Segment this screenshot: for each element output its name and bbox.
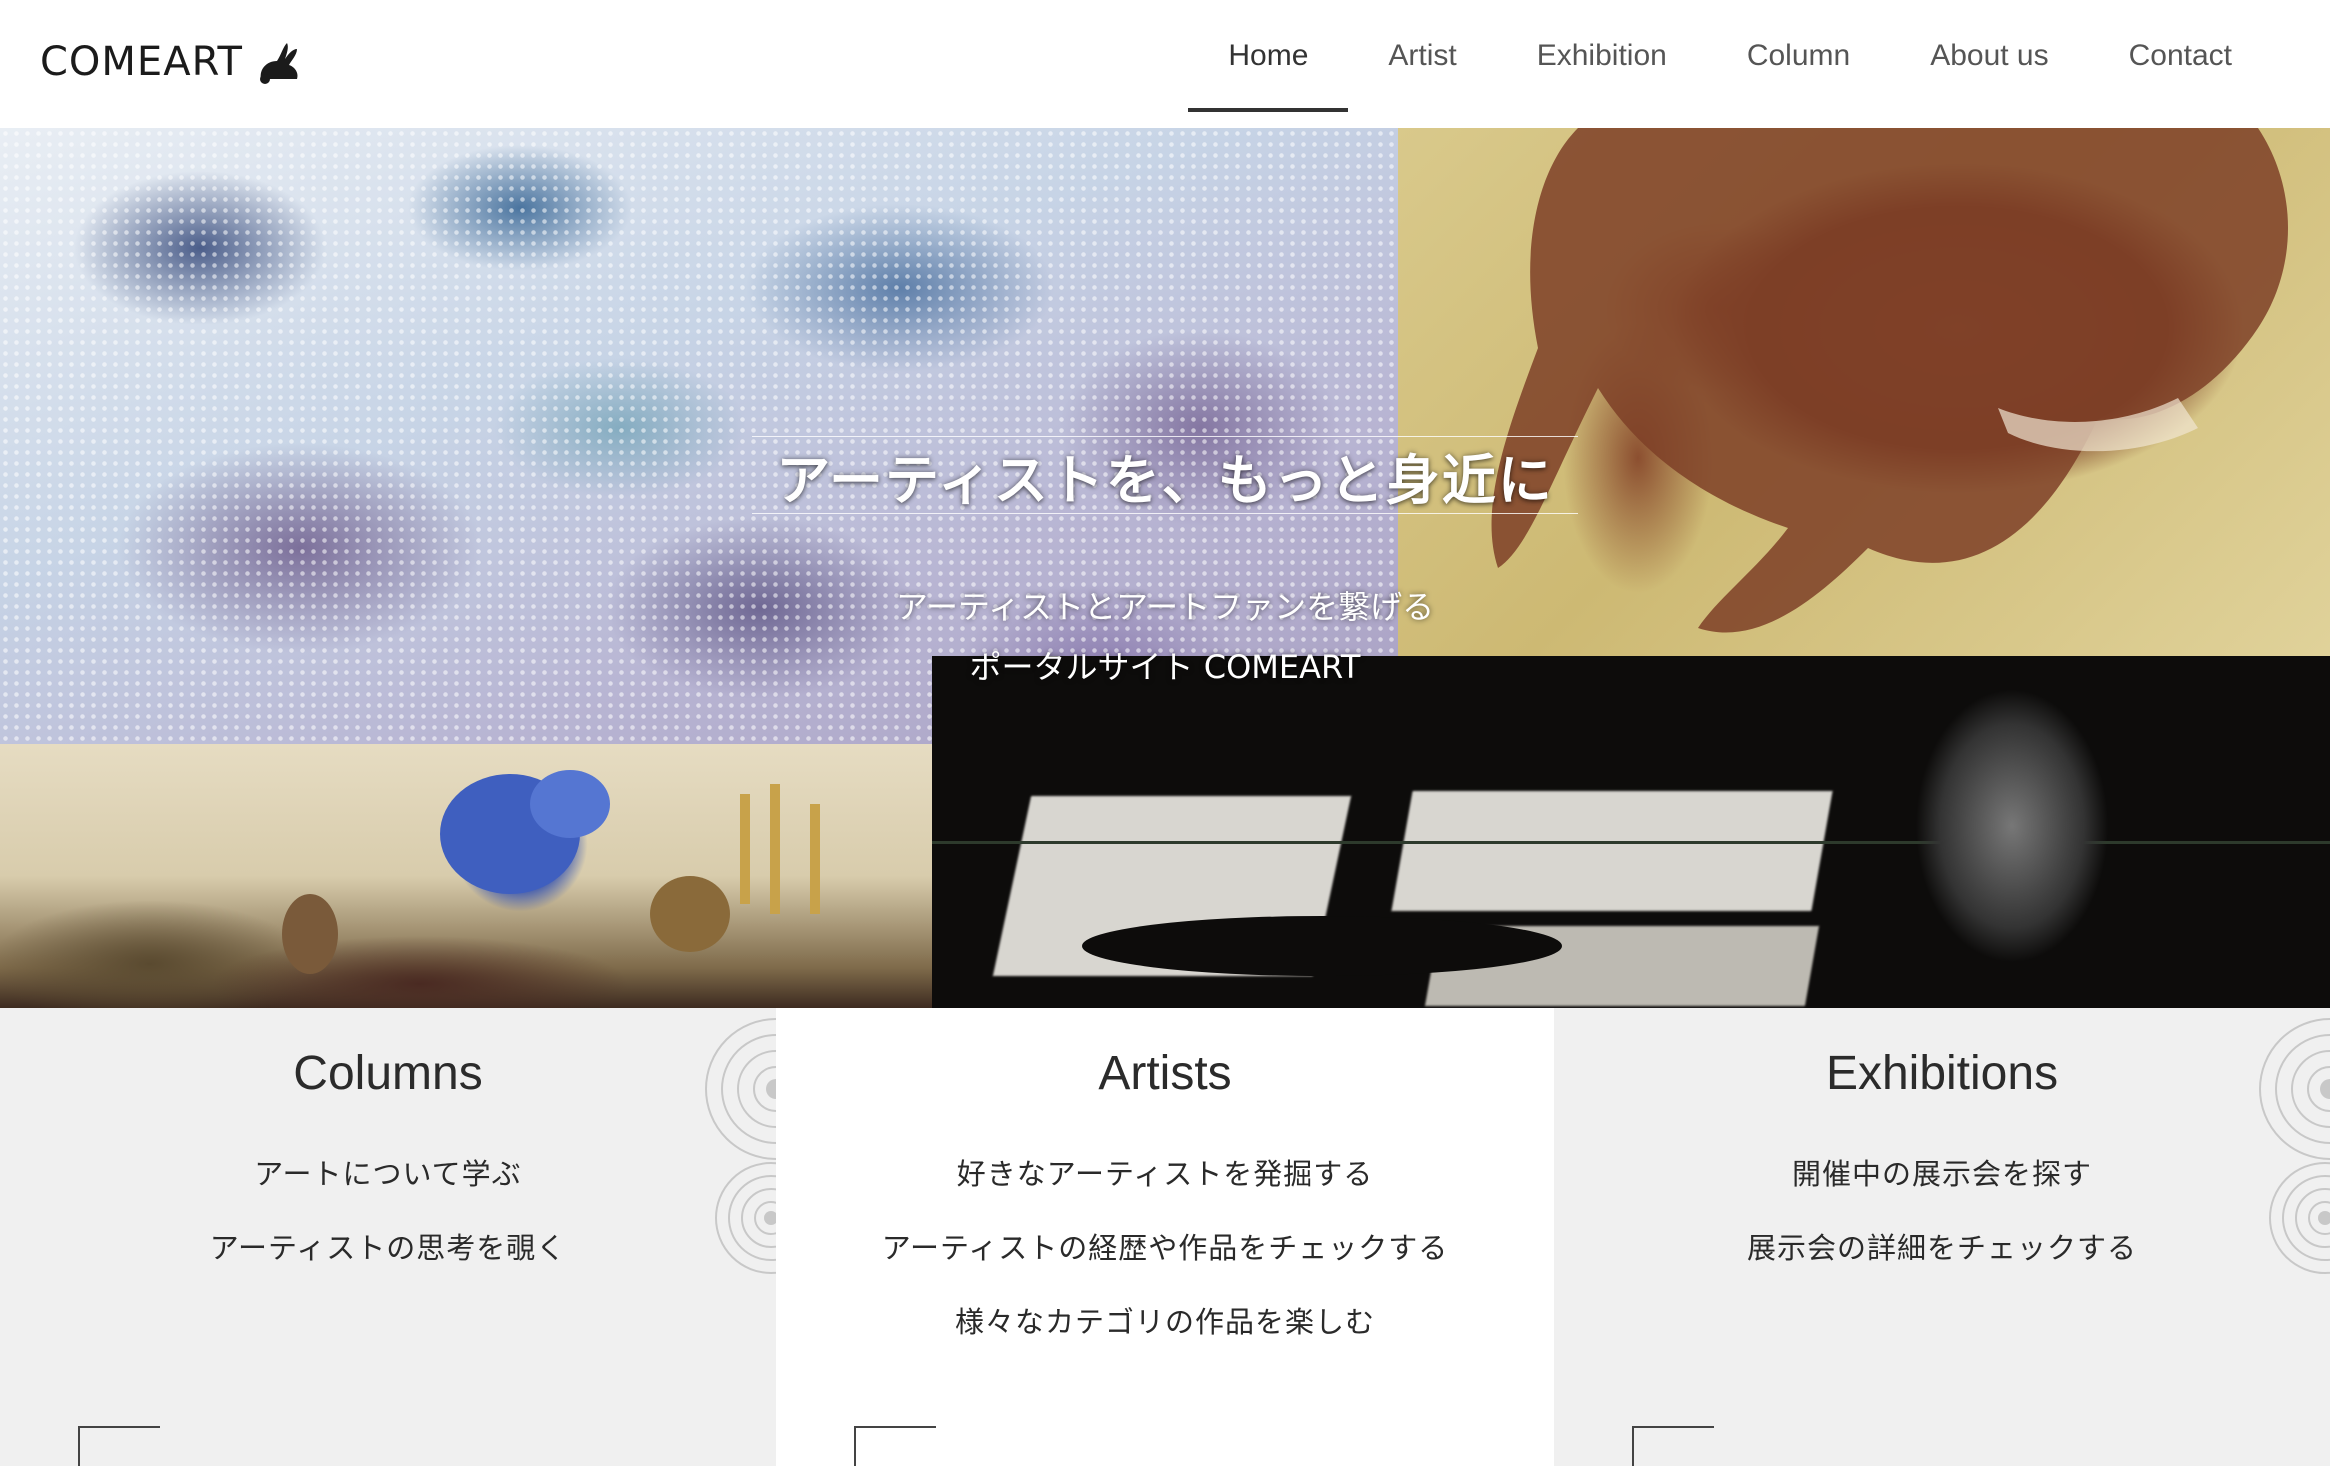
corner-bracket <box>78 1426 160 1466</box>
feature-sections: Columns アートについて学ぶ アーティストの思考を覗く Artists 好… <box>0 1008 2330 1466</box>
nav-home-label: Home <box>1228 39 1309 72</box>
main-nav: Home Artist Exhibition Column About us C… <box>1188 0 2272 112</box>
feature-artists[interactable]: Artists 好きなアーティストを発掘する アーティストの経歴や作品をチェック… <box>776 1008 1554 1466</box>
nav-artist-label: Artist <box>1388 39 1457 72</box>
nav-column-label: Column <box>1746 39 1851 72</box>
nav-contact-label: Contact <box>2128 39 2232 72</box>
site-logo[interactable]: COMEART <box>40 36 303 88</box>
corner-bracket <box>854 1426 936 1466</box>
feature-exhibitions[interactable]: Exhibitions 開催中の展示会を探す 展示会の詳細をチェックする <box>1554 1008 2330 1466</box>
nav-artist[interactable]: Artist <box>1348 0 1496 112</box>
concentric-rings-icon <box>2269 1162 2330 1274</box>
logo-text: COMEART <box>40 39 243 85</box>
concentric-rings-icon <box>705 1018 776 1160</box>
hero-title-frame: アーティストを、もっと身近に <box>752 436 1578 514</box>
hero-artwork-still-life <box>0 744 932 1008</box>
hero-title: アーティストを、もっと身近に <box>776 448 1554 512</box>
nav-contact[interactable]: Contact <box>2089 0 2272 112</box>
hero-artwork-shadows <box>932 656 2330 1008</box>
nav-about-us-label: About us <box>1930 39 2049 72</box>
concentric-rings-icon <box>715 1162 776 1274</box>
feature-line: 様々なカテゴリの作品を楽しむ <box>954 1305 1375 1339</box>
feature-line: 好きなアーティストを発掘する <box>956 1157 1374 1191</box>
feature-line: アーティストの経歴や作品をチェックする <box>881 1231 1449 1265</box>
feature-artists-title: Artists <box>1098 1047 1232 1100</box>
site-header: COMEART Home Artist Exhibition Column Ab… <box>0 0 2330 128</box>
hero-artwork-dinosaur <box>1398 128 2330 656</box>
feature-columns[interactable]: Columns アートについて学ぶ アーティストの思考を覗く <box>0 1008 776 1466</box>
hero-subtitle-line2: ポータルサイト COMEART <box>969 648 1361 686</box>
nav-exhibition-label: Exhibition <box>1536 39 1667 72</box>
dinosaur-shape <box>1491 128 2288 633</box>
feature-line: 展示会の詳細をチェックする <box>1746 1231 2137 1265</box>
concentric-rings-icon <box>2259 1018 2330 1160</box>
nav-column[interactable]: Column <box>1707 0 1890 112</box>
corner-bracket <box>1632 1426 1714 1466</box>
hero-banner: アーティストを、もっと身近に アーティストとアートファンを繋げる ポータルサイト… <box>0 128 2330 1008</box>
still-life-shapes <box>282 770 820 974</box>
nav-exhibition[interactable]: Exhibition <box>1497 0 1707 112</box>
nav-home[interactable]: Home <box>1188 0 1349 112</box>
hero-subtitle-line1: アーティストとアートファンを繋げる <box>895 588 1435 626</box>
feature-line: アーティストの思考を覗く <box>209 1231 567 1265</box>
feature-artists-list: 好きなアーティストを発掘する アーティストの経歴や作品をチェックする 様々なカテ… <box>776 1137 1554 1359</box>
rabbit-icon <box>259 43 298 84</box>
nav-about-us[interactable]: About us <box>1890 0 2088 112</box>
